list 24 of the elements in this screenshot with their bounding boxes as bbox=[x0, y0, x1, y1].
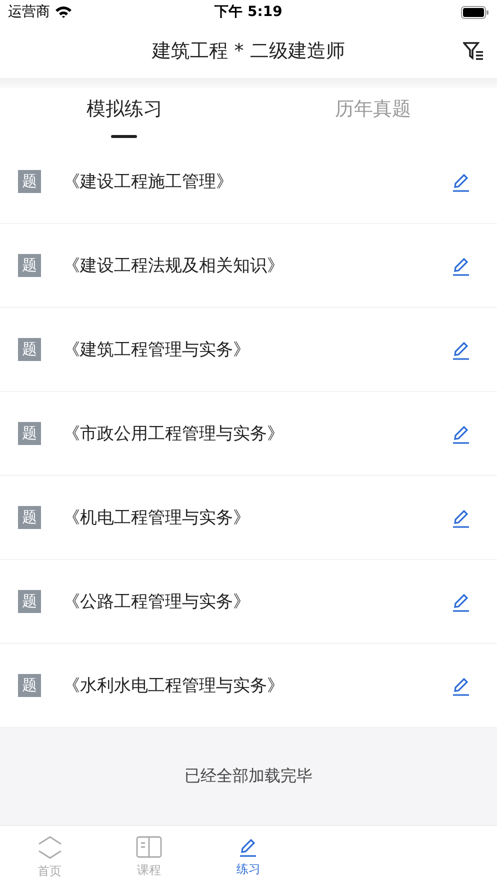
book-icon bbox=[135, 834, 164, 858]
wifi-icon bbox=[55, 6, 72, 18]
question-badge: 题 bbox=[18, 506, 41, 529]
subject-title[interactable]: 《机电工程管理与实务》 bbox=[63, 506, 450, 529]
tab[interactable]: 模拟练习 bbox=[0, 88, 248, 140]
question-badge: 题 bbox=[18, 170, 41, 193]
status-time: 下午 5:19 bbox=[214, 4, 282, 20]
filter-icon[interactable] bbox=[463, 41, 485, 61]
end-of-list-text: 已经全部加载完毕 bbox=[184, 766, 312, 787]
question-badge: 题 bbox=[18, 338, 41, 361]
carrier-name: 运营商 bbox=[8, 3, 50, 21]
question-badge: 题 bbox=[18, 254, 41, 277]
question-badge: 题 bbox=[18, 590, 41, 613]
question-badge: 题 bbox=[18, 674, 41, 697]
subject-title[interactable]: 《水利水电工程管理与实务》 bbox=[63, 674, 450, 697]
subject-title[interactable]: 《公路工程管理与实务》 bbox=[63, 590, 450, 613]
question-badge: 题 bbox=[18, 422, 41, 445]
subject-title[interactable]: 《建筑工程管理与实务》 bbox=[63, 338, 450, 361]
battery-icon bbox=[461, 6, 489, 18]
page-title: 建筑工程 * 二级建造师 bbox=[152, 39, 345, 64]
subject-title[interactable]: 《市政公用工程管理与实务》 bbox=[63, 422, 450, 445]
subject-title[interactable]: 《建设工程法规及相关知识》 bbox=[63, 254, 450, 277]
tab-bar-item[interactable]: 练习 bbox=[198, 826, 298, 883]
subject-title[interactable]: 《建设工程施工管理》 bbox=[63, 170, 450, 193]
